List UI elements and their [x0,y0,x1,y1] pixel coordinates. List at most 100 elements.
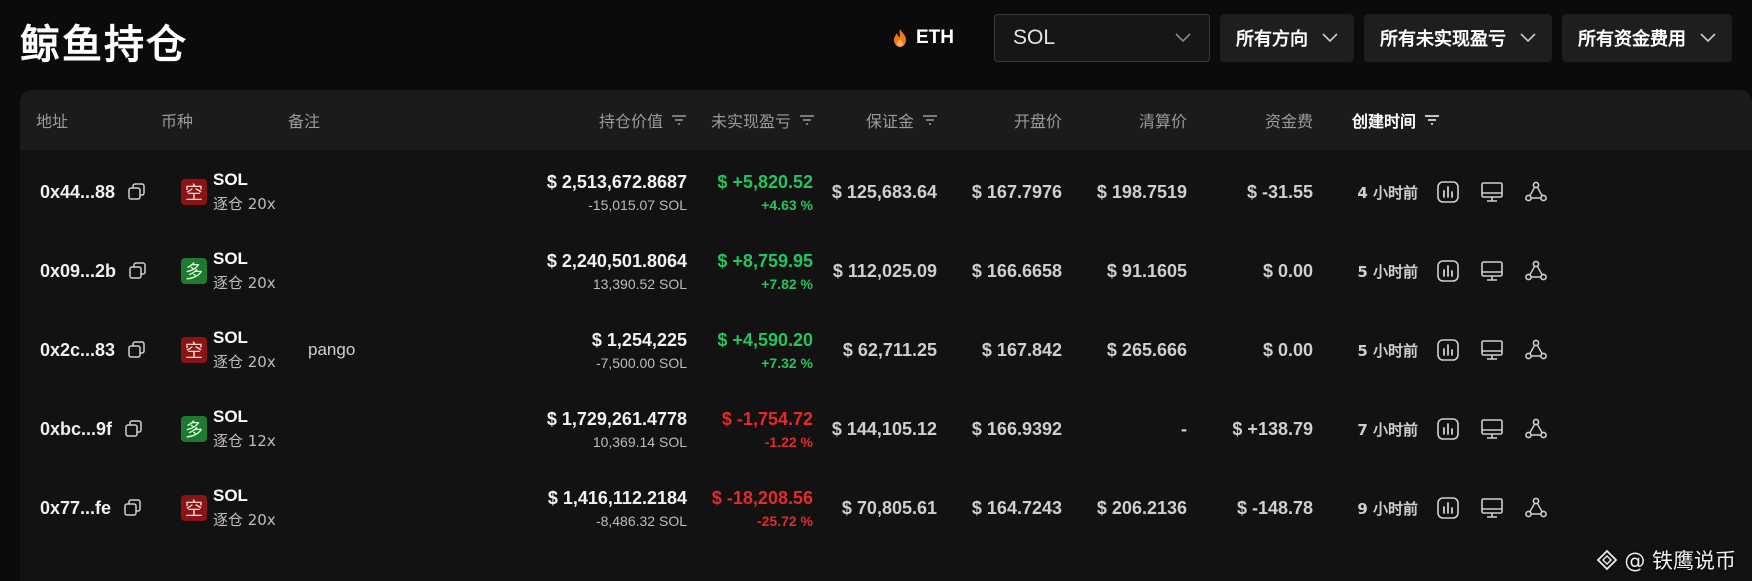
eth-filter-button[interactable]: ETH [882,13,984,63]
direction-label: 所有方向 [1236,29,1308,50]
copy-icon[interactable] [123,498,143,518]
share-network-icon[interactable] [1524,338,1548,362]
monitor-icon[interactable] [1480,338,1504,362]
table-row[interactable]: 0xbc...9f 多 SOL 逐仓 12x $ 1,729,261.4778 … [20,385,1752,473]
watermark-logo-icon [1597,549,1618,571]
pnl-cell: $ -18,208.56 -25.72 % [680,464,813,552]
copy-icon[interactable] [127,182,147,202]
funding-value: $ 0.00 [1262,260,1313,281]
pnl-cell: $ +4,590.20 +7.32 % [680,306,813,394]
share-network-icon[interactable] [1524,496,1548,520]
header-margin[interactable]: 保证金 [820,90,938,150]
created-time: 4 小时前 [1357,183,1418,202]
table-row[interactable]: 0x2c...83 空 SOL 逐仓 20x pango $ 1,254,225… [20,306,1752,394]
entry-price-cell: $ 166.9392 [940,385,1062,473]
row-actions [1436,385,1548,473]
address-text: 0x09...2b [40,260,117,281]
watermark-text: @ 铁鹰说币 [1624,549,1736,573]
direction-badge: 空 [181,179,207,205]
row-actions [1436,227,1548,315]
copy-icon[interactable] [127,340,147,360]
chart-icon[interactable] [1436,496,1460,520]
position-size: -15,015.07 SOL [588,196,687,213]
coin-cell: 多 SOL 逐仓 12x [181,385,276,473]
created-time: 9 小时前 [1357,499,1418,518]
monitor-icon[interactable] [1480,180,1504,204]
row-actions [1436,464,1548,552]
pnl-cell: $ -1,754.72 -1.22 % [680,385,813,473]
liq-price-cell: $ 206.2136 [1070,464,1187,552]
funding-dropdown[interactable]: 所有资金费用 [1562,14,1732,62]
entry-price: $ 164.7243 [971,497,1062,518]
copy-icon[interactable] [124,419,144,439]
liq-price-cell: $ 198.7519 [1070,148,1187,236]
chart-icon[interactable] [1436,180,1460,204]
entry-price-cell: $ 166.6658 [940,227,1062,315]
margin-value: $ 125,683.64 [831,181,937,202]
coin-name: SOL [213,328,248,347]
coin-name: SOL [213,486,248,505]
created-cell: 5 小时前 [1320,227,1418,315]
address-text: 0x77...fe [40,497,112,518]
created-time: 5 小时前 [1357,262,1418,281]
table-row[interactable]: 0x09...2b 多 SOL 逐仓 20x $ 2,240,501.8064 … [20,227,1752,315]
table-row[interactable]: 0x77...fe 空 SOL 逐仓 20x $ 1,416,112.2184 … [20,464,1752,552]
share-network-icon[interactable] [1524,180,1548,204]
position-value-cell: $ 1,729,261.4778 10,369.14 SOL [490,385,687,473]
monitor-icon[interactable] [1480,417,1504,441]
liq-price-cell: $ 91.1605 [1070,227,1187,315]
address-cell[interactable]: 0x44...88 [40,148,147,236]
entry-price: $ 166.6658 [971,260,1062,281]
entry-price-cell: $ 167.7976 [940,148,1062,236]
monitor-icon[interactable] [1480,496,1504,520]
pnl-dropdown[interactable]: 所有未实现盈亏 [1364,14,1552,62]
copy-icon[interactable] [128,261,148,281]
chart-icon[interactable] [1436,417,1460,441]
table-header: 地址 币种 备注 持仓价值 未实现盈亏 保证金 开盘价 清算价 资金费 创建时间 [20,90,1752,150]
pnl-value: $ -18,208.56 [711,487,813,508]
chevron-down-icon [1322,33,1338,43]
chart-icon[interactable] [1436,259,1460,283]
margin-cell: $ 70,805.61 [810,464,937,552]
monitor-icon[interactable] [1480,259,1504,283]
position-size: -7,500.00 SOL [595,354,687,371]
table-row[interactable]: 0x44...88 空 SOL 逐仓 20x $ 2,513,672.8687 … [20,148,1752,236]
position-value: $ 1,729,261.4778 [546,408,687,429]
liq-price: $ 91.1605 [1106,260,1187,281]
funding-cell: $ -148.78 [1200,464,1313,552]
header-liq-price: 清算价 [1138,112,1187,131]
coin-select[interactable]: SOL [994,14,1210,62]
pnl-cell: $ +5,820.52 +4.63 % [680,148,813,236]
coin-cell: 空 SOL 逐仓 20x [181,148,276,236]
liq-price: $ 265.666 [1106,339,1187,360]
margin-value: $ 62,711.25 [842,339,937,360]
header-position-value[interactable]: 持仓价值 [540,90,687,150]
coin-select-value: SOL [1013,26,1056,49]
address-cell[interactable]: 0x09...2b [40,227,148,315]
share-network-icon[interactable] [1524,259,1548,283]
margin-cell: $ 62,711.25 [810,306,937,394]
margin-cell: $ 125,683.64 [810,148,937,236]
header-created-time[interactable]: 创建时间 [1320,90,1440,150]
position-value-cell: $ 2,240,501.8064 13,390.52 SOL [490,227,687,315]
entry-price-cell: $ 164.7243 [940,464,1062,552]
header-unrealized-pnl[interactable]: 未实现盈亏 [680,90,815,150]
chevron-down-icon [1520,33,1536,43]
chart-icon[interactable] [1436,338,1460,362]
header-funding: 资金费 [1264,112,1313,131]
address-cell[interactable]: 0x2c...83 [40,306,147,394]
entry-price: $ 167.842 [981,339,1062,360]
margin-cell: $ 144,105.12 [810,385,937,473]
liq-price: - [1181,418,1187,439]
address-cell[interactable]: 0xbc...9f [40,385,144,473]
eth-label: ETH [916,27,954,48]
direction-dropdown[interactable]: 所有方向 [1220,14,1354,62]
position-size: 10,369.14 SOL [592,433,687,450]
address-cell[interactable]: 0x77...fe [40,464,143,552]
leverage-text: 逐仓 20x [213,511,276,529]
chevron-down-icon [1700,33,1716,43]
direction-badge: 空 [181,337,207,363]
address-text: 0x44...88 [40,181,116,202]
coin-cell: 空 SOL 逐仓 20x [181,464,276,552]
share-network-icon[interactable] [1524,417,1548,441]
